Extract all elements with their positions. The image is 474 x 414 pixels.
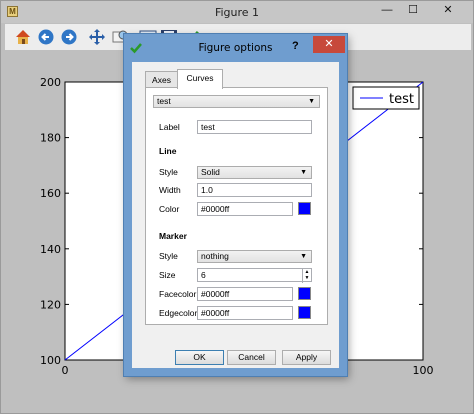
line-width-input[interactable]: 1.0 xyxy=(197,183,312,197)
pan-icon[interactable] xyxy=(87,27,107,47)
legend: test xyxy=(352,86,420,110)
y-tick-label: 120 xyxy=(40,298,61,311)
help-button[interactable]: ? xyxy=(292,40,299,52)
tab-axes[interactable]: Axes xyxy=(145,71,178,88)
marker-size-value: 6 xyxy=(201,270,206,280)
marker-size-label: Size xyxy=(159,270,176,280)
cancel-button[interactable]: Cancel xyxy=(227,350,276,365)
x-tick-label: 100 xyxy=(413,364,434,377)
line-style-select[interactable]: Solid ▼ xyxy=(197,166,312,179)
forward-arrow-icon[interactable] xyxy=(59,27,79,47)
line-style-value: Solid xyxy=(201,167,220,177)
line-style-label: Style xyxy=(159,167,178,177)
ok-button[interactable]: OK xyxy=(175,350,224,365)
y-tick-label: 200 xyxy=(40,76,61,89)
edgecolor-input[interactable]: #0000ff xyxy=(197,306,293,320)
facecolor-swatch[interactable] xyxy=(298,287,311,300)
marker-style-label: Style xyxy=(159,251,178,261)
line-color-label: Color xyxy=(159,204,180,214)
chevron-down-icon: ▼ xyxy=(308,98,315,105)
y-tick-label: 160 xyxy=(40,187,61,200)
y-tick-label: 100 xyxy=(40,354,61,367)
marker-size-input[interactable]: 6 ▲ ▼ xyxy=(197,268,312,283)
chevron-down-icon: ▼ xyxy=(300,253,307,260)
line-color-input[interactable]: #0000ff xyxy=(197,202,293,216)
figure-titlebar: M Figure 1 — ☐ ✕ xyxy=(1,1,473,23)
dialog-body: Axes Curves test ▼ Label test Line Style… xyxy=(132,62,339,368)
figure-options-dialog: Figure options ? ✕ Axes Curves test ▼ La… xyxy=(124,34,347,376)
dialog-titlebar: Figure options ? ✕ xyxy=(124,34,347,61)
tab-curves[interactable]: Curves xyxy=(177,69,223,89)
chevron-down-icon: ▼ xyxy=(300,169,307,176)
line-section-heading: Line xyxy=(159,146,177,156)
edgecolor-label: Edgecolor xyxy=(159,308,198,318)
x-tick-label: 0 xyxy=(62,364,69,377)
y-tick-label: 180 xyxy=(40,132,61,145)
facecolor-input[interactable]: #0000ff xyxy=(197,287,293,301)
back-arrow-icon[interactable] xyxy=(36,27,56,47)
home-icon[interactable] xyxy=(13,27,33,47)
close-button[interactable]: ✕ xyxy=(426,1,470,20)
curve-select[interactable]: test ▼ xyxy=(153,95,320,108)
minimize-button[interactable]: — xyxy=(376,1,398,20)
marker-style-value: nothing xyxy=(201,251,229,261)
dialog-close-button[interactable]: ✕ xyxy=(313,36,345,53)
marker-section-heading: Marker xyxy=(159,231,187,241)
facecolor-label: Facecolor xyxy=(159,289,197,299)
maximize-button[interactable]: ☐ xyxy=(402,1,424,20)
label-input[interactable]: test xyxy=(197,120,312,134)
label-label: Label xyxy=(159,122,180,132)
apply-button[interactable]: Apply xyxy=(282,350,331,365)
stepper-down-icon[interactable]: ▼ xyxy=(303,275,311,281)
legend-label: test xyxy=(389,92,414,107)
edgecolor-swatch[interactable] xyxy=(298,306,311,319)
curve-select-value: test xyxy=(157,96,171,106)
line-color-swatch[interactable] xyxy=(298,202,311,215)
marker-size-stepper[interactable]: ▲ ▼ xyxy=(302,269,311,283)
marker-style-select[interactable]: nothing ▼ xyxy=(197,250,312,263)
line-width-label: Width xyxy=(159,185,181,195)
y-tick-label: 140 xyxy=(40,243,61,256)
curves-tab-panel: test ▼ Label test Line Style Solid ▼ Wid… xyxy=(145,87,328,325)
